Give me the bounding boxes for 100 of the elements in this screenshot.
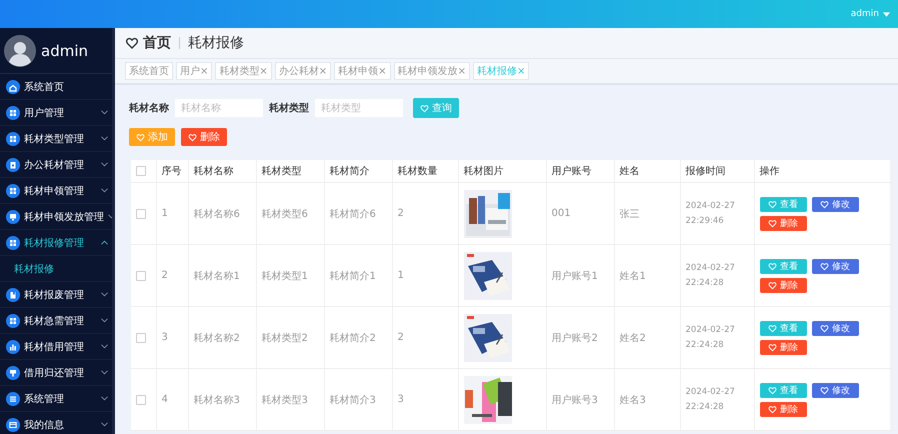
table-cell: 耗材名称2 [194, 332, 240, 344]
page-tab[interactable]: 耗材申领发放× [394, 62, 470, 80]
sidebar-item[interactable]: 系统首页 [0, 74, 112, 100]
page-tab[interactable]: 系统首页 [125, 62, 173, 80]
sidebar-item[interactable]: 耗材急需管理 [0, 308, 112, 334]
heart-icon [820, 262, 829, 270]
avatar [4, 34, 36, 66]
sidebar-item[interactable]: 耗材类型管理 [0, 126, 112, 152]
heart-icon [125, 36, 139, 50]
stamp-icon [6, 366, 20, 380]
clipboard-icon [6, 158, 20, 172]
sidebar-item[interactable]: 耗材申领发放管理 [0, 204, 112, 230]
heart-icon [188, 132, 197, 142]
table-cell: 耗材名称6 [194, 208, 240, 220]
delete-button[interactable]: 删除 [760, 278, 806, 292]
grid-icon [6, 314, 20, 328]
page-tab[interactable]: 耗材类型× [215, 62, 272, 80]
heart-icon [420, 104, 429, 112]
bar-chart-icon [6, 340, 20, 354]
table-cell: 1 [162, 208, 168, 219]
table-cell: 2 [398, 208, 404, 219]
user-name: admin [41, 42, 88, 60]
delete-button[interactable]: 删除 [760, 402, 806, 416]
sidebar-item[interactable]: 办公耗材管理 [0, 152, 112, 178]
column-header: 姓名 [620, 166, 640, 177]
table-cell: 1 [398, 270, 404, 281]
sidebar-item[interactable]: 系统管理 [0, 386, 112, 412]
sidebar-item[interactable]: 我的信息 [0, 412, 112, 434]
search-field[interactable]: 耗材名称 [175, 99, 263, 117]
submenu-item[interactable]: 耗材报修 [14, 262, 54, 276]
table-cell: 姓名3 [620, 394, 646, 406]
table-cell: 2024-02-27 22:29:46 [686, 200, 735, 226]
column-header: 耗材简介 [330, 166, 370, 177]
delete-button[interactable]: 删除 [760, 340, 806, 354]
table-cell: 2 [162, 270, 168, 281]
card-icon [6, 418, 20, 432]
table-cell: 张三 [620, 208, 640, 220]
grid-icon [6, 184, 20, 198]
delete-button[interactable]: 删除 [181, 128, 227, 146]
heart-icon [820, 200, 829, 208]
table-cell: 3 [162, 332, 168, 343]
heart-icon [768, 262, 777, 270]
heart-icon [820, 324, 829, 332]
heart-icon [768, 280, 777, 290]
table-cell: 用户账号3 [552, 394, 598, 406]
column-header: 耗材名称 [194, 166, 234, 177]
field-label: 耗材名称 [129, 102, 169, 115]
delete-button[interactable]: 删除 [760, 216, 806, 230]
table-cell: 耗材类型2 [262, 332, 308, 344]
column-header: 序号 [162, 166, 182, 177]
checkbox[interactable] [136, 270, 146, 280]
table-cell: 2024-02-27 22:24:28 [686, 386, 735, 412]
sidebar-item[interactable]: 用户管理 [0, 100, 112, 126]
sidebar-item[interactable]: 耗材申领管理 [0, 178, 112, 204]
table-cell: 3 [398, 394, 404, 405]
page-tab[interactable]: 办公耗材× [274, 62, 332, 80]
page-tab[interactable]: 用户× [176, 62, 212, 80]
monitor-icon [6, 210, 20, 224]
sidebar-item[interactable]: 耗材报修管理 [0, 230, 112, 256]
grid-icon [6, 106, 20, 120]
table-cell: 耗材简介3 [330, 394, 376, 406]
checkbox[interactable] [136, 332, 146, 342]
grid-icon [6, 132, 20, 146]
sidebar-item[interactable]: 借用归还管理 [0, 360, 112, 386]
caret-icon [883, 12, 890, 16]
table-cell: 2 [398, 332, 404, 343]
heart-icon [768, 218, 777, 228]
table-cell: 2024-02-27 22:24:28 [686, 324, 735, 350]
checkbox[interactable] [136, 208, 146, 218]
heart-icon [820, 386, 829, 394]
sidebar-item[interactable]: 耗材报废管理 [0, 282, 112, 308]
edit-button[interactable]: 修改 [812, 320, 858, 336]
table-cell: 耗材简介1 [330, 270, 376, 282]
breadcrumb-item[interactable]: 首页 [143, 34, 171, 52]
home-icon [6, 80, 20, 94]
checkbox[interactable] [136, 394, 146, 404]
edit-button[interactable]: 修改 [812, 382, 858, 398]
edit-button[interactable]: 修改 [812, 258, 858, 274]
table-cell: 耗材简介2 [330, 332, 376, 344]
column-header: 用户账号 [552, 166, 592, 177]
table-cell: 4 [162, 394, 168, 405]
edit-button[interactable]: 修改 [812, 196, 858, 212]
column-header: 报修时间 [686, 166, 726, 177]
grid-icon [6, 236, 20, 250]
table-cell: 2024-02-27 22:24:28 [686, 262, 735, 288]
heart-icon [768, 342, 777, 352]
table-cell: 耗材简介6 [330, 208, 376, 220]
table-cell: 姓名2 [620, 332, 646, 344]
sidebar-item[interactable]: 耗材借用管理 [0, 334, 112, 360]
column-header: 耗材图片 [464, 166, 504, 177]
book-icon [6, 288, 20, 302]
table-cell: 用户账号1 [552, 270, 598, 282]
table-cell: 耗材类型1 [262, 270, 308, 282]
page-tab[interactable]: 耗材申领× [334, 62, 391, 80]
search-field[interactable]: 耗材类型 [315, 99, 403, 117]
checkbox[interactable] [136, 166, 146, 176]
table-cell: 耗材名称1 [194, 270, 240, 282]
table-cell: 姓名1 [620, 270, 646, 282]
heart-icon [768, 386, 777, 394]
heart-icon [768, 404, 777, 414]
